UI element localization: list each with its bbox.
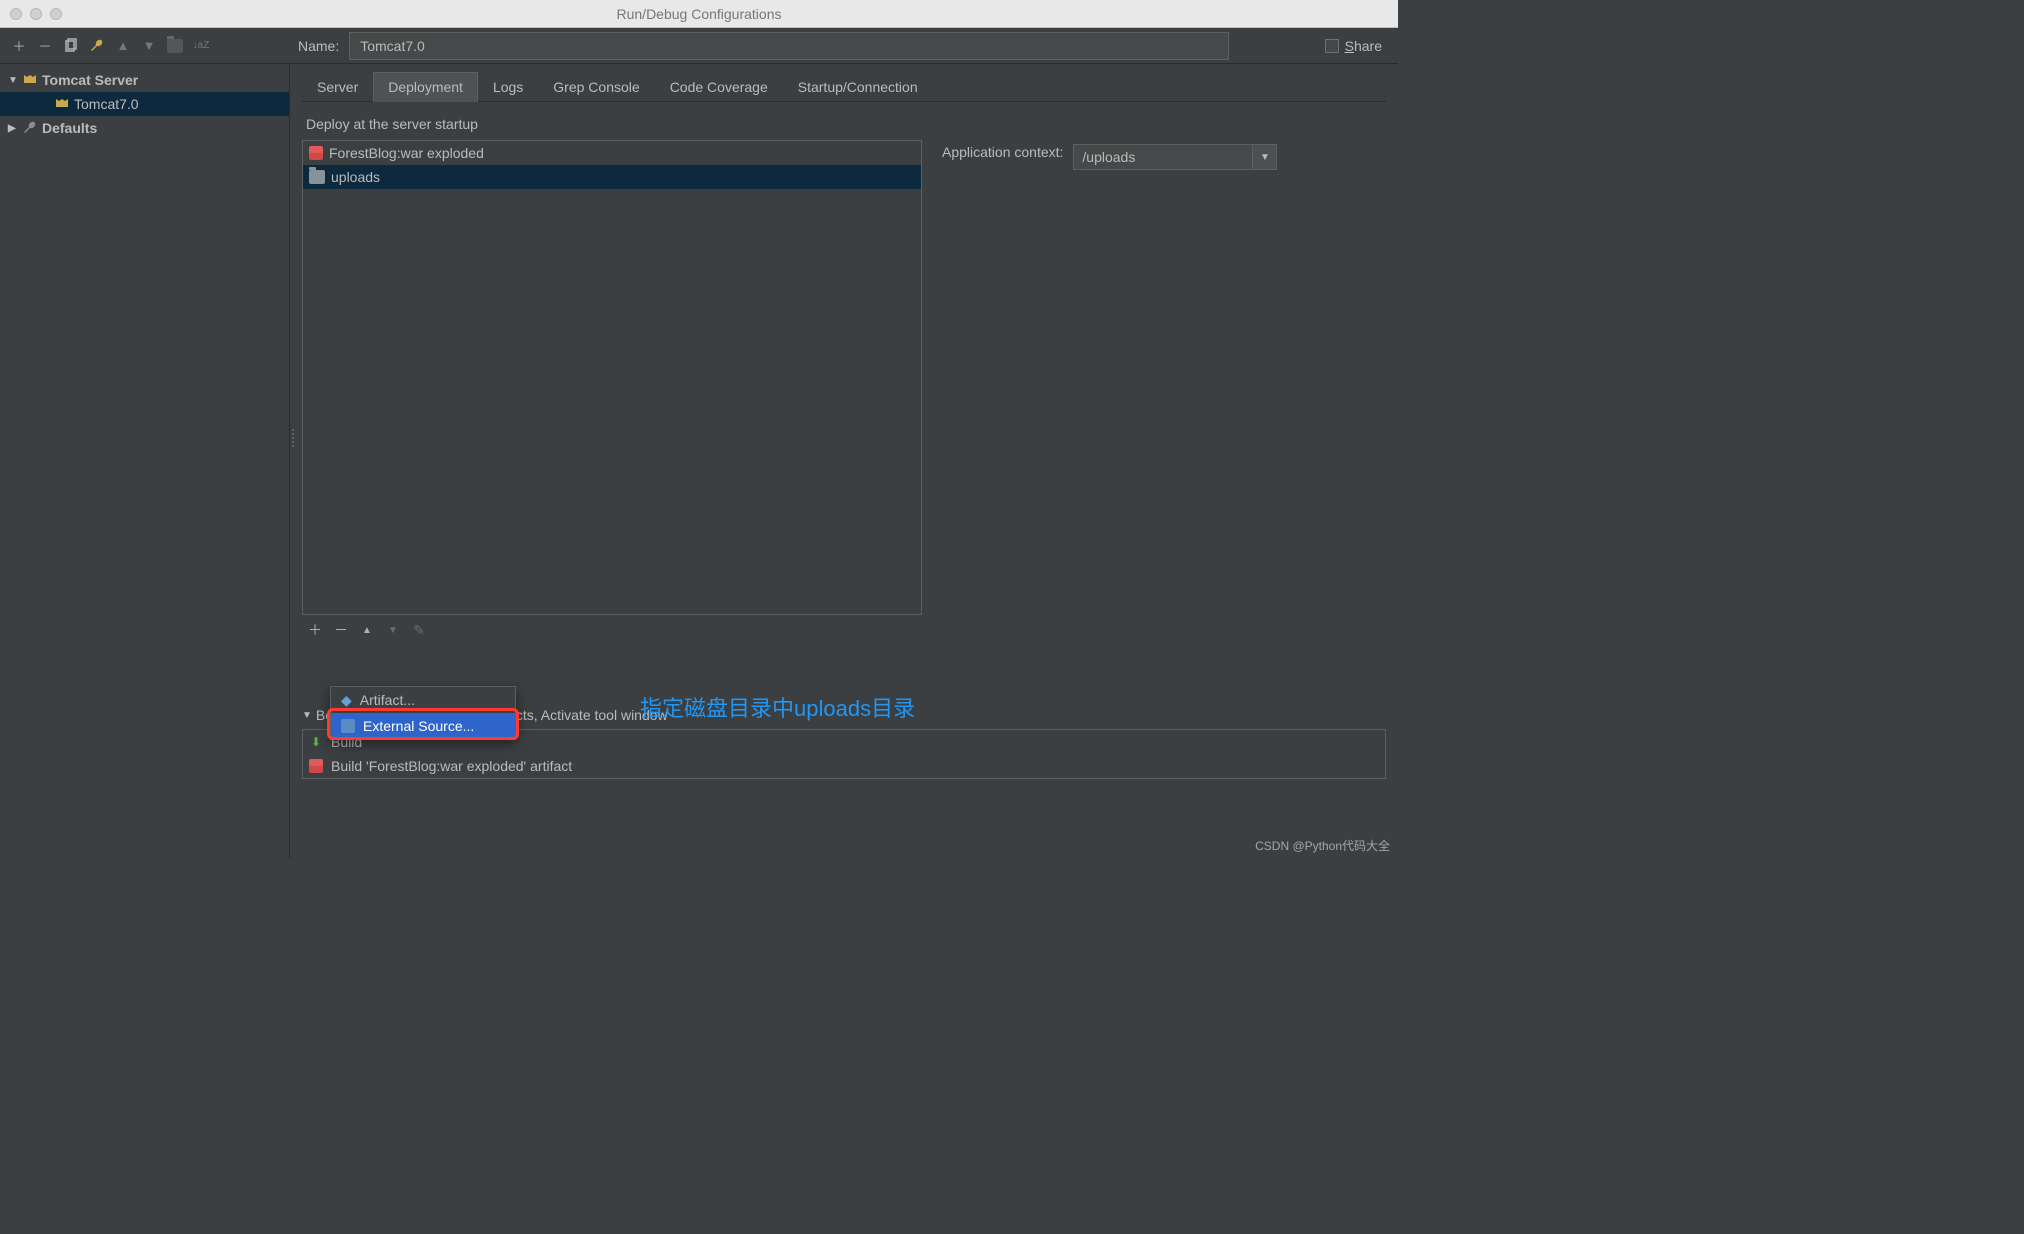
tab-code-coverage[interactable]: Code Coverage [655, 72, 783, 101]
deploy-item-forestblog[interactable]: ForestBlog:war exploded [303, 141, 921, 165]
popup-item-label: External Source... [363, 718, 474, 734]
top-toolbar: ＋ － ▲ ▼ ↓aZ Name: SSharehare [0, 28, 1398, 64]
tree-node-tomcat-server[interactable]: ▼ Tomcat Server [0, 68, 289, 92]
deploy-item-label: uploads [331, 169, 380, 185]
config-toolbar: ＋ － ▲ ▼ ↓aZ [8, 35, 298, 57]
deploy-item-uploads[interactable]: uploads [303, 165, 921, 189]
tab-deployment[interactable]: Deployment [373, 72, 478, 102]
copy-config-button[interactable] [60, 35, 82, 57]
expand-arrow-icon: ▶ [8, 123, 18, 134]
context-label: Application context: [942, 144, 1063, 160]
move-up-deploy-button[interactable]: ▲ [358, 621, 376, 639]
artifact-icon [309, 146, 323, 160]
context-input[interactable] [1073, 144, 1253, 170]
annotation-text: 指定磁盘目录中uploads目录 [640, 691, 915, 723]
move-down-button[interactable]: ▼ [138, 35, 160, 57]
tab-logs[interactable]: Logs [478, 72, 538, 101]
before-launch-item-label: Build 'ForestBlog:war exploded' artifact [331, 758, 572, 774]
add-config-button[interactable]: ＋ [8, 35, 30, 57]
tab-server[interactable]: Server [302, 72, 373, 101]
wrench-icon [22, 120, 38, 136]
deploy-list-toolbar: ＋ － ▲ ▼ ✎ [302, 615, 922, 645]
tree-label: Tomcat7.0 [74, 96, 139, 112]
remove-config-button[interactable]: － [34, 35, 56, 57]
popup-item-external-source[interactable]: External Source... [331, 713, 515, 739]
tomcat-icon [22, 72, 38, 88]
popup-item-artifact[interactable]: ◆ Artifact... [331, 687, 515, 713]
edit-deploy-button[interactable]: ✎ [410, 621, 428, 639]
remove-deploy-button[interactable]: － [332, 621, 350, 639]
watermark: CSDN @Python代码大全 [1255, 837, 1390, 854]
artifact-menu-icon: ◆ [341, 692, 352, 709]
application-context-row: Application context: ▼ [942, 140, 1386, 645]
add-deploy-button[interactable]: ＋ [306, 621, 324, 639]
deploy-item-label: ForestBlog:war exploded [329, 145, 484, 161]
sort-button[interactable]: ↓aZ [190, 35, 212, 57]
build-icon: ⬇ [309, 735, 323, 749]
move-down-deploy-button[interactable]: ▼ [384, 621, 402, 639]
tab-bar: Server Deployment Logs Grep Console Code… [302, 72, 1386, 102]
context-dropdown-button[interactable]: ▼ [1253, 144, 1277, 170]
external-source-icon [341, 719, 355, 733]
tree-label: Defaults [42, 120, 97, 136]
collapse-arrow-icon: ▼ [302, 710, 312, 721]
titlebar: Run/Debug Configurations [0, 0, 1398, 28]
window-title: Run/Debug Configurations [0, 6, 1398, 22]
tree-node-tomcat7[interactable]: Tomcat7.0 [0, 92, 289, 116]
tree-node-defaults[interactable]: ▶ Defaults [0, 116, 289, 140]
share-checkbox-group: SSharehare [1325, 38, 1382, 54]
name-label: Name: [298, 38, 339, 54]
before-launch-item-artifact[interactable]: Build 'ForestBlog:war exploded' artifact [303, 754, 1385, 778]
tab-startup-connection[interactable]: Startup/Connection [783, 72, 933, 101]
expand-arrow-icon: ▼ [8, 75, 18, 86]
artifact-icon [309, 759, 323, 773]
folder-icon [309, 170, 325, 184]
add-deploy-popup: ◆ Artifact... External Source... [330, 686, 516, 740]
tomcat-icon [54, 96, 70, 112]
config-tree: ▼ Tomcat Server Tomcat7.0 ▶ Defaults [0, 64, 290, 858]
save-config-button[interactable] [86, 35, 108, 57]
tree-label: Tomcat Server [42, 72, 138, 88]
popup-item-label: Artifact... [360, 692, 415, 708]
move-up-button[interactable]: ▲ [112, 35, 134, 57]
share-label: SSharehare [1345, 38, 1382, 54]
name-row: Name: SSharehare [298, 32, 1390, 60]
folder-button[interactable] [164, 35, 186, 57]
name-input[interactable] [349, 32, 1229, 60]
tab-grep-console[interactable]: Grep Console [538, 72, 654, 101]
share-checkbox[interactable] [1325, 39, 1339, 53]
deploy-list[interactable]: ForestBlog:war exploded uploads [302, 140, 922, 615]
deploy-section-label: Deploy at the server startup [306, 116, 1386, 132]
